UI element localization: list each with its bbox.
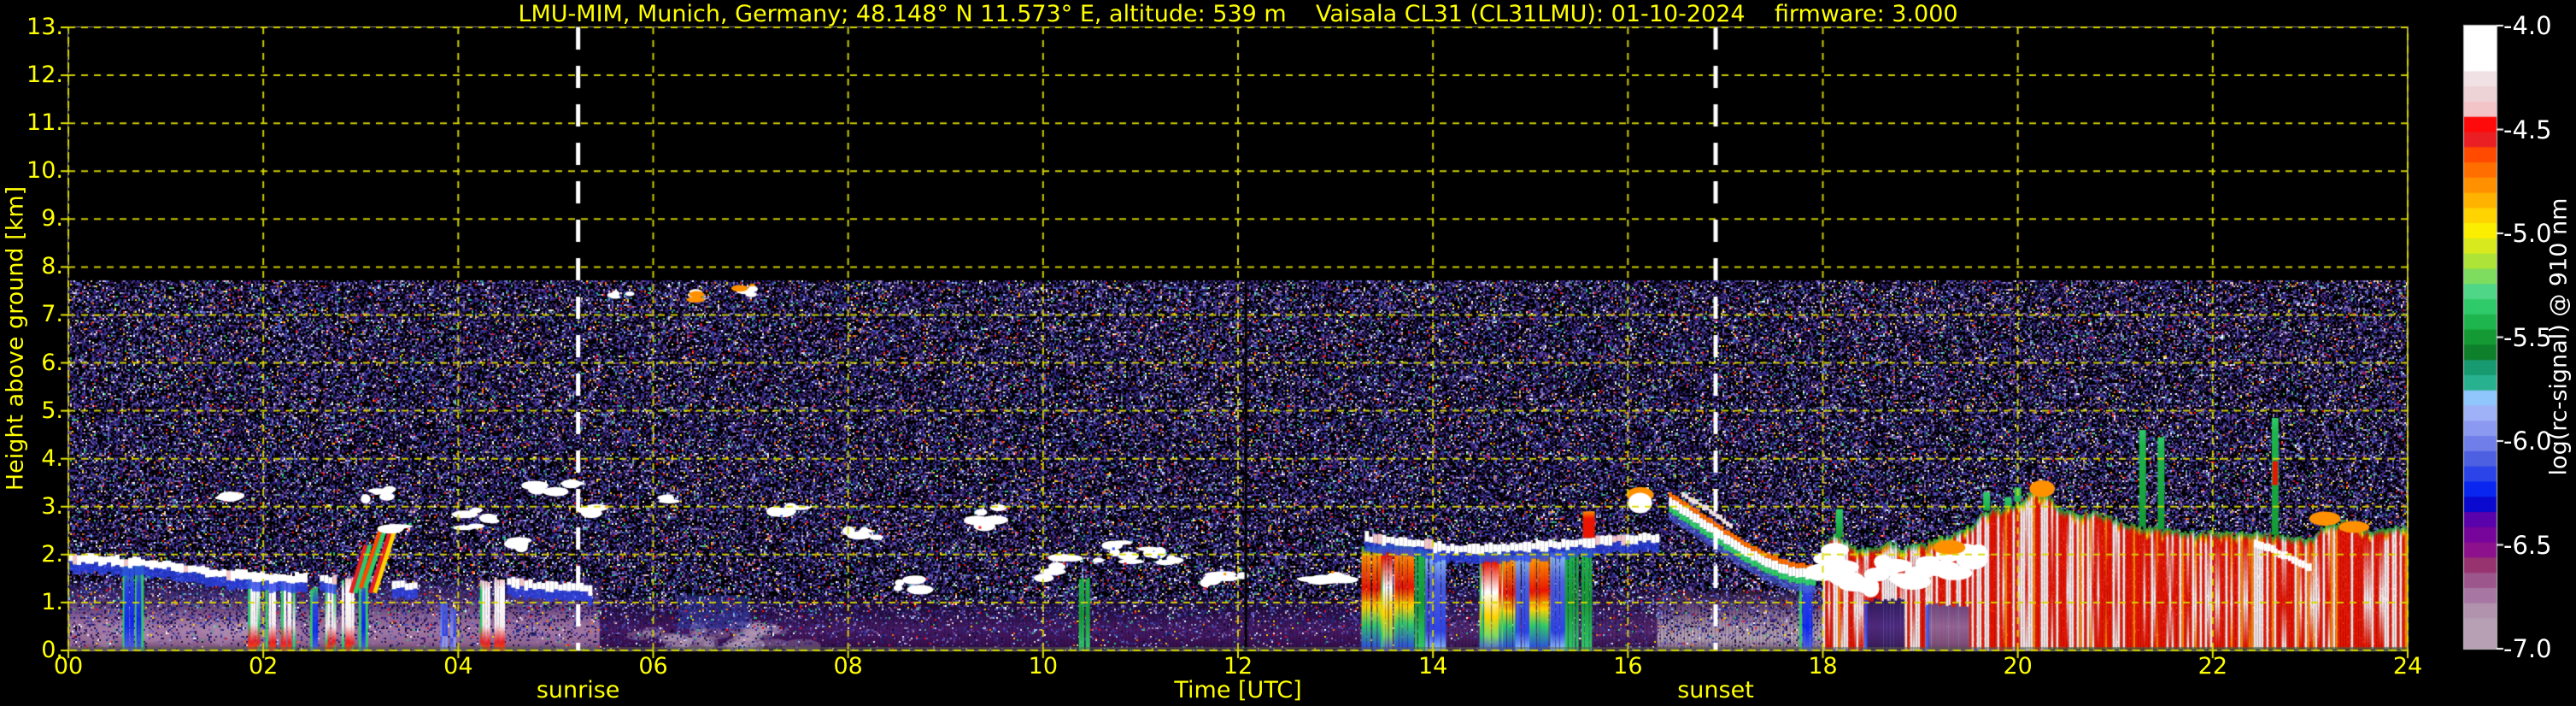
- colorbar-tick-label: -4.5: [2503, 115, 2552, 144]
- sunset-label: sunset: [1677, 677, 1754, 703]
- x-tick-label: 02: [248, 653, 279, 680]
- x-tick-label: 06: [638, 653, 668, 680]
- ceilometer-heatmap-canvas: [0, 0, 2576, 706]
- y-tick-label: 10.: [26, 157, 63, 185]
- x-tick-label: 00: [53, 653, 84, 680]
- x-tick-label: 04: [443, 653, 473, 680]
- y-tick-label: 11.: [26, 109, 63, 137]
- y-tick-label: 5.: [41, 397, 63, 424]
- x-tick-label: 14: [1417, 653, 1448, 680]
- x-tick-label: 18: [1808, 653, 1838, 680]
- colorbar-tick-label: -6.5: [2503, 530, 2552, 560]
- x-tick-label: 20: [2003, 653, 2033, 680]
- x-tick-label: 22: [2198, 653, 2227, 680]
- plot-title: LMU-MIM, Munich, Germany; 48.148° N 11.5…: [518, 1, 1958, 27]
- y-tick-label: 9.: [41, 205, 63, 232]
- y-tick-label: 13.: [26, 14, 63, 40]
- colorbar-tick-label: -7.0: [2503, 634, 2552, 663]
- y-tick-label: 2.: [41, 540, 63, 568]
- y-tick-label: 12.: [26, 62, 63, 89]
- y-tick-label: 3.: [41, 492, 63, 520]
- colorbar-tick-label: -5.5: [2503, 322, 2552, 352]
- ceilometer-quicklook-page: LMU-MIM, Munich, Germany; 48.148° N 11.5…: [0, 0, 2576, 706]
- y-tick-label: 6.: [41, 349, 63, 376]
- y-tick-label: 4.: [41, 444, 63, 472]
- y-tick-label: 1.: [41, 588, 63, 615]
- y-tick-label: 8.: [41, 253, 63, 280]
- x-tick-label: 16: [1613, 653, 1643, 680]
- x-axis-label: Time [UTC]: [1174, 677, 1302, 703]
- x-tick-label: 24: [2392, 653, 2423, 680]
- y-tick-label: 7.: [41, 301, 63, 328]
- colorbar-tick-label: -4.0: [2503, 11, 2552, 40]
- colorbar-tick-label: -6.0: [2503, 427, 2552, 456]
- colorbar-tick-label: -5.0: [2503, 219, 2552, 248]
- sunrise-label: sunrise: [536, 677, 620, 703]
- x-tick-label: 10: [1028, 653, 1058, 680]
- x-tick-label: 12: [1223, 653, 1253, 680]
- x-tick-label: 08: [833, 653, 863, 680]
